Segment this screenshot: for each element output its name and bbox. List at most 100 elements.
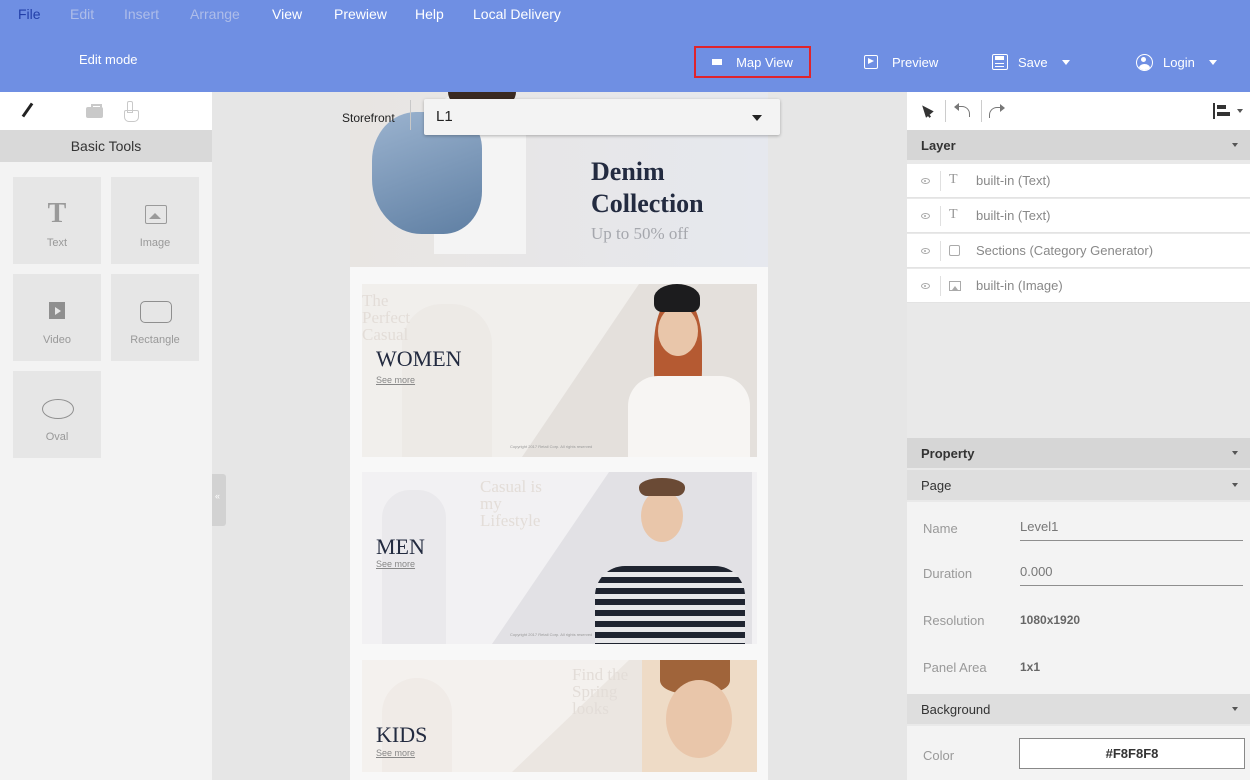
resolution-label: Resolution: [923, 613, 985, 628]
chevron-down-icon: [1232, 451, 1238, 455]
property-title: Property: [921, 446, 975, 461]
menu-edit[interactable]: Edit: [70, 6, 94, 22]
redo-icon[interactable]: [987, 102, 1005, 120]
chevron-down-icon[interactable]: [1237, 109, 1243, 113]
chevron-down-icon: [752, 115, 762, 121]
layer-row[interactable]: T built-in (Text): [907, 164, 1250, 198]
panel-area-label: Panel Area: [923, 660, 987, 675]
pencil-icon[interactable]: [18, 101, 38, 121]
edit-mode-label[interactable]: Edit mode: [79, 52, 138, 67]
menu-arrange[interactable]: Arrange: [190, 6, 240, 22]
section-type-icon: [949, 245, 960, 256]
text-type-icon: T: [949, 172, 958, 187]
eye-icon[interactable]: [921, 213, 930, 219]
tools-panel: Basic Tools T Text Image Video Rectangle…: [0, 92, 212, 780]
chevron-down-icon: [1232, 483, 1238, 487]
duration-field[interactable]: 0.000: [1020, 562, 1243, 586]
category-title-kids: KIDS: [376, 722, 428, 747]
color-label: Color: [923, 748, 955, 763]
duration-property: Duration 0.000: [907, 551, 1250, 595]
tool-label: Video: [43, 334, 71, 346]
category-banner-kids[interactable]: Find the Spring looks KIDS See more: [362, 660, 757, 772]
menu-local-delivery[interactable]: Local Delivery: [473, 6, 561, 22]
rectangle-icon: [140, 298, 172, 324]
account-icon: [1136, 53, 1153, 71]
eye-icon[interactable]: [921, 178, 930, 184]
layer-row[interactable]: T built-in (Text): [907, 199, 1250, 233]
text-tool[interactable]: T Text: [13, 177, 101, 264]
page-title: Page: [921, 478, 952, 493]
kids-model-image: [642, 660, 757, 772]
image-type-icon: [949, 281, 961, 291]
panel-area-property: Panel Area 1x1: [907, 645, 1250, 689]
image-tool[interactable]: Image: [111, 177, 199, 264]
layer-name: built-in (Text): [976, 208, 1051, 223]
name-property: Name Level1: [907, 506, 1250, 550]
text-type-icon: T: [949, 207, 958, 222]
page-section-header[interactable]: Page: [907, 470, 1250, 500]
category-title-women: WOMEN: [376, 346, 462, 371]
align-left-icon[interactable]: [1212, 102, 1230, 120]
layer-row[interactable]: Sections (Category Generator): [907, 234, 1250, 268]
background-section-header[interactable]: Background: [907, 694, 1250, 724]
tools-tabs: [0, 92, 212, 130]
duration-label: Duration: [923, 566, 973, 581]
see-more-link[interactable]: See more: [376, 748, 415, 758]
property-section-header[interactable]: Property: [907, 438, 1250, 468]
men-model-image: [587, 472, 757, 644]
tool-label: Oval: [45, 431, 69, 443]
hero-subtitle: Up to 50% off: [591, 224, 689, 243]
map-view-button[interactable]: Map View: [694, 46, 811, 78]
page-canvas[interactable]: Denim Collection Up to 50% off The Perfe…: [350, 92, 768, 780]
select-cursor-icon[interactable]: [919, 102, 937, 120]
name-field[interactable]: Level1: [1020, 517, 1243, 541]
copyright-text: Copyright 2017 Retail Corp. All rights r…: [510, 444, 593, 449]
tool-label: Image: [139, 237, 171, 249]
layer-section-header[interactable]: Layer: [907, 130, 1250, 160]
map-view-icon: [712, 59, 723, 65]
menu-bar: File Edit Insert Arrange View Prewiew He…: [0, 0, 1250, 30]
category-banner-men[interactable]: Casual is my Lifestyle MEN See more Copy…: [362, 472, 757, 644]
oval-tool[interactable]: Oval: [13, 371, 101, 458]
page-properties: Name Level1 Duration 0.000 Resolution 10…: [907, 502, 1250, 694]
save-button[interactable]: Save: [992, 46, 1070, 78]
collapse-icon: «: [215, 491, 221, 501]
background-properties: Color #F8F8F8: [907, 726, 1250, 780]
login-button[interactable]: Login: [1136, 46, 1217, 78]
eye-icon[interactable]: [921, 248, 930, 254]
banner-ghost-text: The Perfect Casual: [362, 291, 411, 344]
menu-file[interactable]: File: [18, 6, 41, 22]
menu-insert[interactable]: Insert: [124, 6, 159, 22]
chevron-down-icon: [1232, 707, 1238, 711]
panel-area-value: 1x1: [1020, 660, 1041, 674]
resolution-property: Resolution 1080x1920: [907, 598, 1250, 642]
rectangle-tool[interactable]: Rectangle: [111, 274, 199, 361]
undo-icon[interactable]: [954, 102, 972, 120]
storefront-label: Storefront: [342, 111, 395, 125]
see-more-link[interactable]: See more: [376, 375, 415, 385]
level-select[interactable]: L1: [424, 99, 780, 135]
see-more-link[interactable]: See more: [376, 559, 415, 569]
category-title-men: MEN: [376, 534, 425, 559]
women-model-image: [624, 284, 754, 457]
menu-view[interactable]: View: [272, 6, 302, 22]
text-icon: T: [47, 198, 67, 229]
collapse-panel-handle[interactable]: «: [212, 474, 226, 526]
video-tool[interactable]: Video: [13, 274, 101, 361]
color-field[interactable]: #F8F8F8: [1019, 738, 1245, 769]
banner-ghost-text: Find the Spring looks: [572, 665, 629, 718]
eye-icon[interactable]: [921, 283, 930, 289]
menu-prewiew[interactable]: Prewiew: [334, 6, 387, 22]
video-icon: [42, 298, 72, 324]
layer-name: Sections (Category Generator): [976, 243, 1154, 258]
category-banner-women[interactable]: The Perfect Casual WOMEN See more Copyri…: [362, 284, 757, 457]
menu-help[interactable]: Help: [415, 6, 444, 22]
briefcase-icon[interactable]: [84, 101, 104, 121]
touch-icon[interactable]: [121, 101, 141, 122]
preview-label: Preview: [892, 54, 939, 70]
layer-row[interactable]: built-in (Image): [907, 269, 1250, 303]
inspector-panel: Layer T built-in (Text) T built-in (Text…: [907, 92, 1250, 780]
chevron-down-icon: [1232, 143, 1238, 147]
play-icon: [864, 55, 878, 69]
preview-button[interactable]: Preview: [864, 46, 938, 78]
